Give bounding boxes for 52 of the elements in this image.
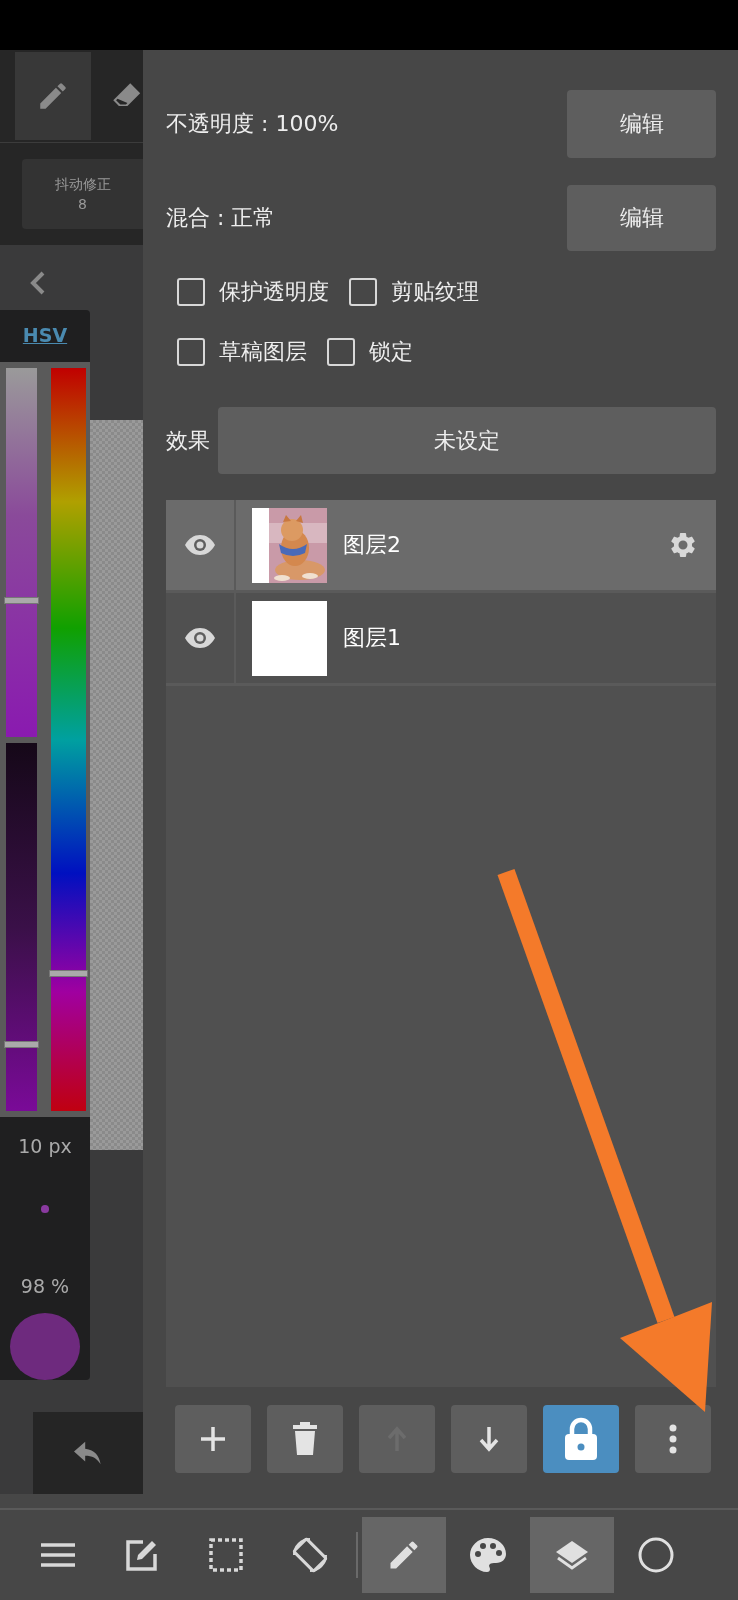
value-slider[interactable] xyxy=(6,742,37,1112)
palette-icon xyxy=(469,1537,507,1573)
checkbox-label: 保护透明度 xyxy=(219,278,329,306)
trash-icon xyxy=(292,1422,318,1456)
settings-icon[interactable] xyxy=(668,530,698,560)
brush-size-dot xyxy=(41,1205,49,1213)
checkbox-label: 草稿图层 xyxy=(219,338,307,366)
rotate-icon xyxy=(290,1535,330,1575)
more-icon xyxy=(669,1424,677,1454)
lock-layer-button[interactable] xyxy=(543,1405,619,1473)
color-mode-link[interactable]: HSV xyxy=(22,324,68,346)
add-layer-button[interactable] xyxy=(175,1405,251,1473)
brush-opacity-label: 98 % xyxy=(20,1274,70,1297)
checkbox[interactable] xyxy=(349,278,377,306)
layer-row[interactable]: 图层2 xyxy=(166,500,716,593)
checkbox[interactable] xyxy=(177,278,205,306)
menu-icon xyxy=(41,1542,75,1568)
pencil-tool[interactable] xyxy=(15,52,91,140)
eye-icon[interactable] xyxy=(184,627,216,649)
layer-name: 图层1 xyxy=(343,624,402,652)
opacity-label: 不透明度 : 100% xyxy=(166,110,339,138)
eye-icon[interactable] xyxy=(184,534,216,556)
delete-layer-button[interactable] xyxy=(267,1405,343,1473)
effect-dropdown[interactable]: 未设定 xyxy=(218,407,716,474)
effect-label: 效果 xyxy=(166,426,210,455)
more-layer-button[interactable] xyxy=(635,1405,711,1473)
layer-name: 图层2 xyxy=(343,531,402,559)
slider-thumb[interactable] xyxy=(49,970,88,978)
pencil-tab[interactable] xyxy=(362,1517,446,1593)
arrow-down-icon xyxy=(478,1425,500,1453)
checkbox-label: 锁定 xyxy=(369,338,413,366)
circle-icon xyxy=(637,1536,675,1574)
down-layer-button[interactable] xyxy=(451,1405,527,1473)
checkbox[interactable] xyxy=(177,338,205,366)
slider-thumb[interactable] xyxy=(4,596,39,604)
plus-icon xyxy=(199,1425,227,1453)
hue-slider[interactable] xyxy=(51,368,86,1112)
undo-button[interactable] xyxy=(33,1412,143,1494)
edit-button[interactable]: 编辑 xyxy=(567,185,716,251)
layer-row[interactable]: 图层1 xyxy=(166,593,716,686)
blend-mode-label: 混合 : 正常 xyxy=(166,204,276,232)
lock-icon xyxy=(563,1417,599,1461)
brush-size-label: 10 px xyxy=(18,1135,72,1158)
edit-button[interactable]: 编辑 xyxy=(567,90,716,158)
slider-thumb[interactable] xyxy=(4,1041,39,1049)
saturation-slider[interactable] xyxy=(6,368,37,737)
edit-icon xyxy=(125,1538,159,1572)
checkbox-label: 剪贴纹理 xyxy=(391,278,479,306)
selection-icon xyxy=(209,1538,243,1572)
layers-tab[interactable] xyxy=(530,1517,614,1593)
checkbox[interactable] xyxy=(327,338,355,366)
stabilizer-button[interactable]: 抖动修正 8 xyxy=(22,159,143,229)
